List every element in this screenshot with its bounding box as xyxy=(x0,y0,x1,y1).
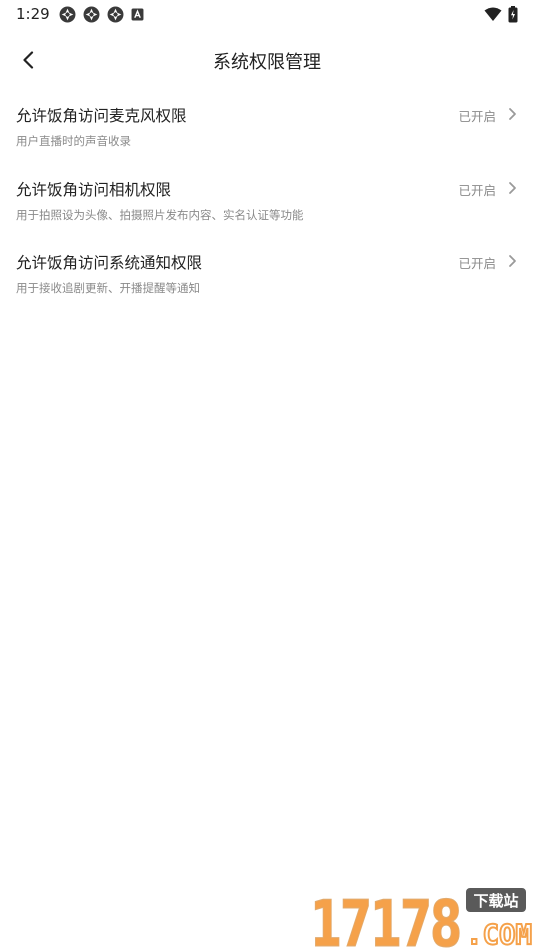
permission-item-notification[interactable]: 允许饭角访问系统通知权限 用于接收追剧更新、开播提醒等通知 已开启 xyxy=(0,245,534,319)
status-bar: 1:29 xyxy=(0,0,534,30)
keyboard-notification-icon xyxy=(131,8,144,21)
permission-item-microphone[interactable]: 允许饭角访问麦克风权限 用户直播时的声音收录 已开启 xyxy=(0,98,534,172)
permission-description: 用户直播时的声音收录 xyxy=(16,134,131,148)
svg-text:17178: 17178 xyxy=(310,888,460,950)
notification-icons xyxy=(59,6,144,23)
chevron-right-icon xyxy=(509,255,516,267)
chevron-right-icon xyxy=(509,108,516,120)
nav-bar: 系统权限管理 xyxy=(0,36,534,84)
permission-list: 允许饭角访问麦克风权限 用户直播时的声音收录 已开启 允许饭角访问相机权限 用于… xyxy=(0,98,534,319)
svg-text:下载站: 下载站 xyxy=(473,892,518,910)
page-title: 系统权限管理 xyxy=(213,52,321,73)
app-notification-icon xyxy=(59,6,76,23)
permission-status: 已开启 xyxy=(458,182,496,198)
svg-text:.COM: .COM xyxy=(466,918,532,950)
permission-title: 允许饭角访问麦克风权限 xyxy=(16,107,187,125)
permission-description: 用于接收追剧更新、开播提醒等通知 xyxy=(16,281,200,295)
permission-status: 已开启 xyxy=(458,256,496,271)
chevron-right-icon xyxy=(509,181,516,194)
status-time: 1:29 xyxy=(16,5,50,23)
wifi-icon xyxy=(484,7,502,21)
permission-title: 允许饭角访问相机权限 xyxy=(16,180,172,199)
permission-title: 允许饭角访问系统通知权限 xyxy=(16,254,203,272)
permission-description: 用于拍照设为头像、拍摄照片发布内容、实名认证等功能 xyxy=(16,207,304,222)
battery-icon xyxy=(508,6,518,23)
system-icons xyxy=(484,6,518,23)
watermark-logo: 17178 下载站 .COM xyxy=(310,888,534,950)
app-notification-icon xyxy=(83,6,100,23)
permission-item-camera[interactable]: 允许饭角访问相机权限 用于拍照设为头像、拍摄照片发布内容、实名认证等功能 已开启 xyxy=(0,172,534,246)
permission-status: 已开启 xyxy=(458,109,496,124)
screen: 1:29 系统权限管理 允许饭角访问麦克风权限 用户直播时的声音收录 已开启 允… xyxy=(0,0,534,950)
app-notification-icon xyxy=(107,6,124,23)
